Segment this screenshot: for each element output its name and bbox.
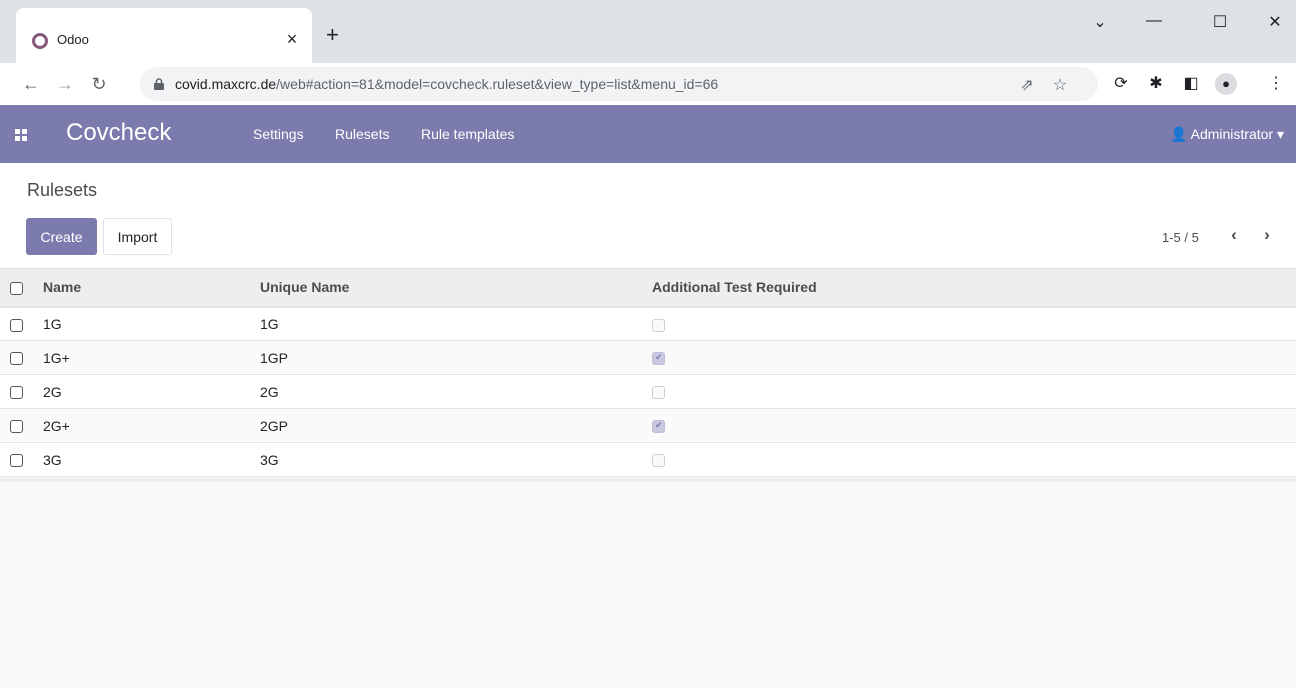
pager-next-icon[interactable]: › [1257,225,1277,245]
close-window-button[interactable]: ✕ [1263,12,1287,32]
row-checkbox[interactable] [10,454,23,468]
cell-name[interactable]: 3G [33,442,248,477]
browser-tab[interactable]: Odoo × [16,8,312,63]
column-header-name[interactable]: Name [33,268,248,308]
ruleset-table: Name Unique Name Additional Test Require… [0,268,1296,477]
cell-unique-name[interactable]: 1G [248,306,644,341]
menu-settings[interactable]: Settings [253,126,304,142]
row-checkbox[interactable] [10,352,23,366]
cell-additional-test[interactable] [644,408,1296,443]
lock-icon [154,78,164,90]
side-panel-icon[interactable]: ◧ [1180,73,1202,95]
row-checkbox[interactable] [10,420,23,434]
user-icon: 👤 [1170,126,1188,142]
column-header-unique-name[interactable]: Unique Name [248,268,644,308]
tab-search-icon[interactable]: ⌄ [1088,12,1112,32]
additional-test-checkbox [652,454,665,468]
cell-name[interactable]: 1G [33,306,248,341]
extensions-icon[interactable]: ✱ [1145,73,1167,95]
cell-name[interactable]: 1G+ [33,340,248,375]
star-icon[interactable]: ☆ [1050,75,1070,95]
table-row[interactable]: 3G 3G [0,442,1296,477]
table-row[interactable]: 2G 2G [0,374,1296,409]
cell-unique-name[interactable]: 3G [248,442,644,477]
row-checkbox[interactable] [10,318,23,332]
sync-icon[interactable]: ⟳ [1110,73,1132,95]
more-icon[interactable]: ⋮ [1265,73,1287,95]
row-select-cell [0,306,33,341]
user-name: Administrator [1190,126,1274,142]
table-row[interactable]: 1G 1G [0,306,1296,341]
cell-name[interactable]: 2G [33,374,248,409]
select-all-cell [0,268,33,308]
apps-menu-icon[interactable] [15,129,27,141]
url-path: /web#action=81&model=covcheck.ruleset&vi… [276,76,719,92]
cell-name[interactable]: 2G+ [33,408,248,443]
cell-unique-name[interactable]: 2G [248,374,644,409]
row-select-cell [0,408,33,443]
cell-additional-test[interactable] [644,442,1296,477]
additional-test-checkbox [652,352,665,366]
cell-unique-name[interactable]: 1GP [248,340,644,375]
additional-test-checkbox [652,318,665,332]
new-tab-button[interactable]: + [326,24,339,46]
menu-rule-templates[interactable]: Rule templates [421,126,514,142]
address-bar[interactable]: covid.maxcrc.de/web#action=81&model=covc… [140,67,1098,101]
cell-additional-test[interactable] [644,306,1296,341]
list-footer [0,478,1296,482]
cell-unique-name[interactable]: 2GP [248,408,644,443]
cell-additional-test[interactable] [644,340,1296,375]
control-panel: Rulesets Create Import 1-5 / 5 ‹ › [0,163,1296,268]
reload-icon[interactable]: ↻ [88,73,110,95]
share-icon[interactable]: ⇗ [1017,75,1037,95]
cell-additional-test[interactable] [644,374,1296,409]
row-select-cell [0,374,33,409]
forward-icon[interactable]: → [54,73,76,95]
pager-value[interactable]: 1-5 / 5 [1162,230,1199,245]
table-row[interactable]: 1G+ 1GP [0,340,1296,375]
select-all-checkbox[interactable] [10,282,23,296]
row-select-cell [0,340,33,375]
user-menu[interactable]: 👤 Administrator ▾ [1170,126,1284,143]
additional-test-checkbox [652,386,665,400]
column-header-additional-test[interactable]: Additional Test Required [644,268,1296,308]
additional-test-checkbox [652,420,665,434]
app-brand[interactable]: Covcheck [66,119,171,147]
url-text[interactable]: covid.maxcrc.de/web#action=81&model=covc… [175,76,718,92]
browser-tab-bar: Odoo × + ⌄ — ☐ ✕ [0,0,1296,63]
odoo-favicon-icon [32,33,48,49]
menu-rulesets[interactable]: Rulesets [335,126,389,142]
tab-close-icon[interactable]: × [282,29,302,50]
row-select-cell [0,442,33,477]
maximize-button[interactable]: ☐ [1208,12,1232,32]
pager-previous-icon[interactable]: ‹ [1224,225,1244,245]
breadcrumb: Rulesets [27,180,98,200]
import-button[interactable]: Import [103,218,172,255]
table-row[interactable]: 2G+ 2GP [0,408,1296,443]
create-button[interactable]: Create [26,218,97,255]
odoo-navbar: Covcheck Settings Rulesets Rule template… [0,105,1296,163]
row-checkbox[interactable] [10,386,23,400]
profile-icon[interactable]: ● [1215,73,1237,95]
table-header-row: Name Unique Name Additional Test Require… [0,268,1296,308]
tab-title: Odoo [57,32,89,47]
list-view: Name Unique Name Additional Test Require… [0,268,1296,688]
back-icon[interactable]: ← [20,73,42,95]
browser-toolbar: ← → ↻ covid.maxcrc.de/web#action=81&mode… [0,63,1296,105]
url-host: covid.maxcrc.de [175,76,277,92]
caret-down-icon: ▾ [1276,126,1284,142]
minimize-button[interactable]: — [1142,12,1166,30]
